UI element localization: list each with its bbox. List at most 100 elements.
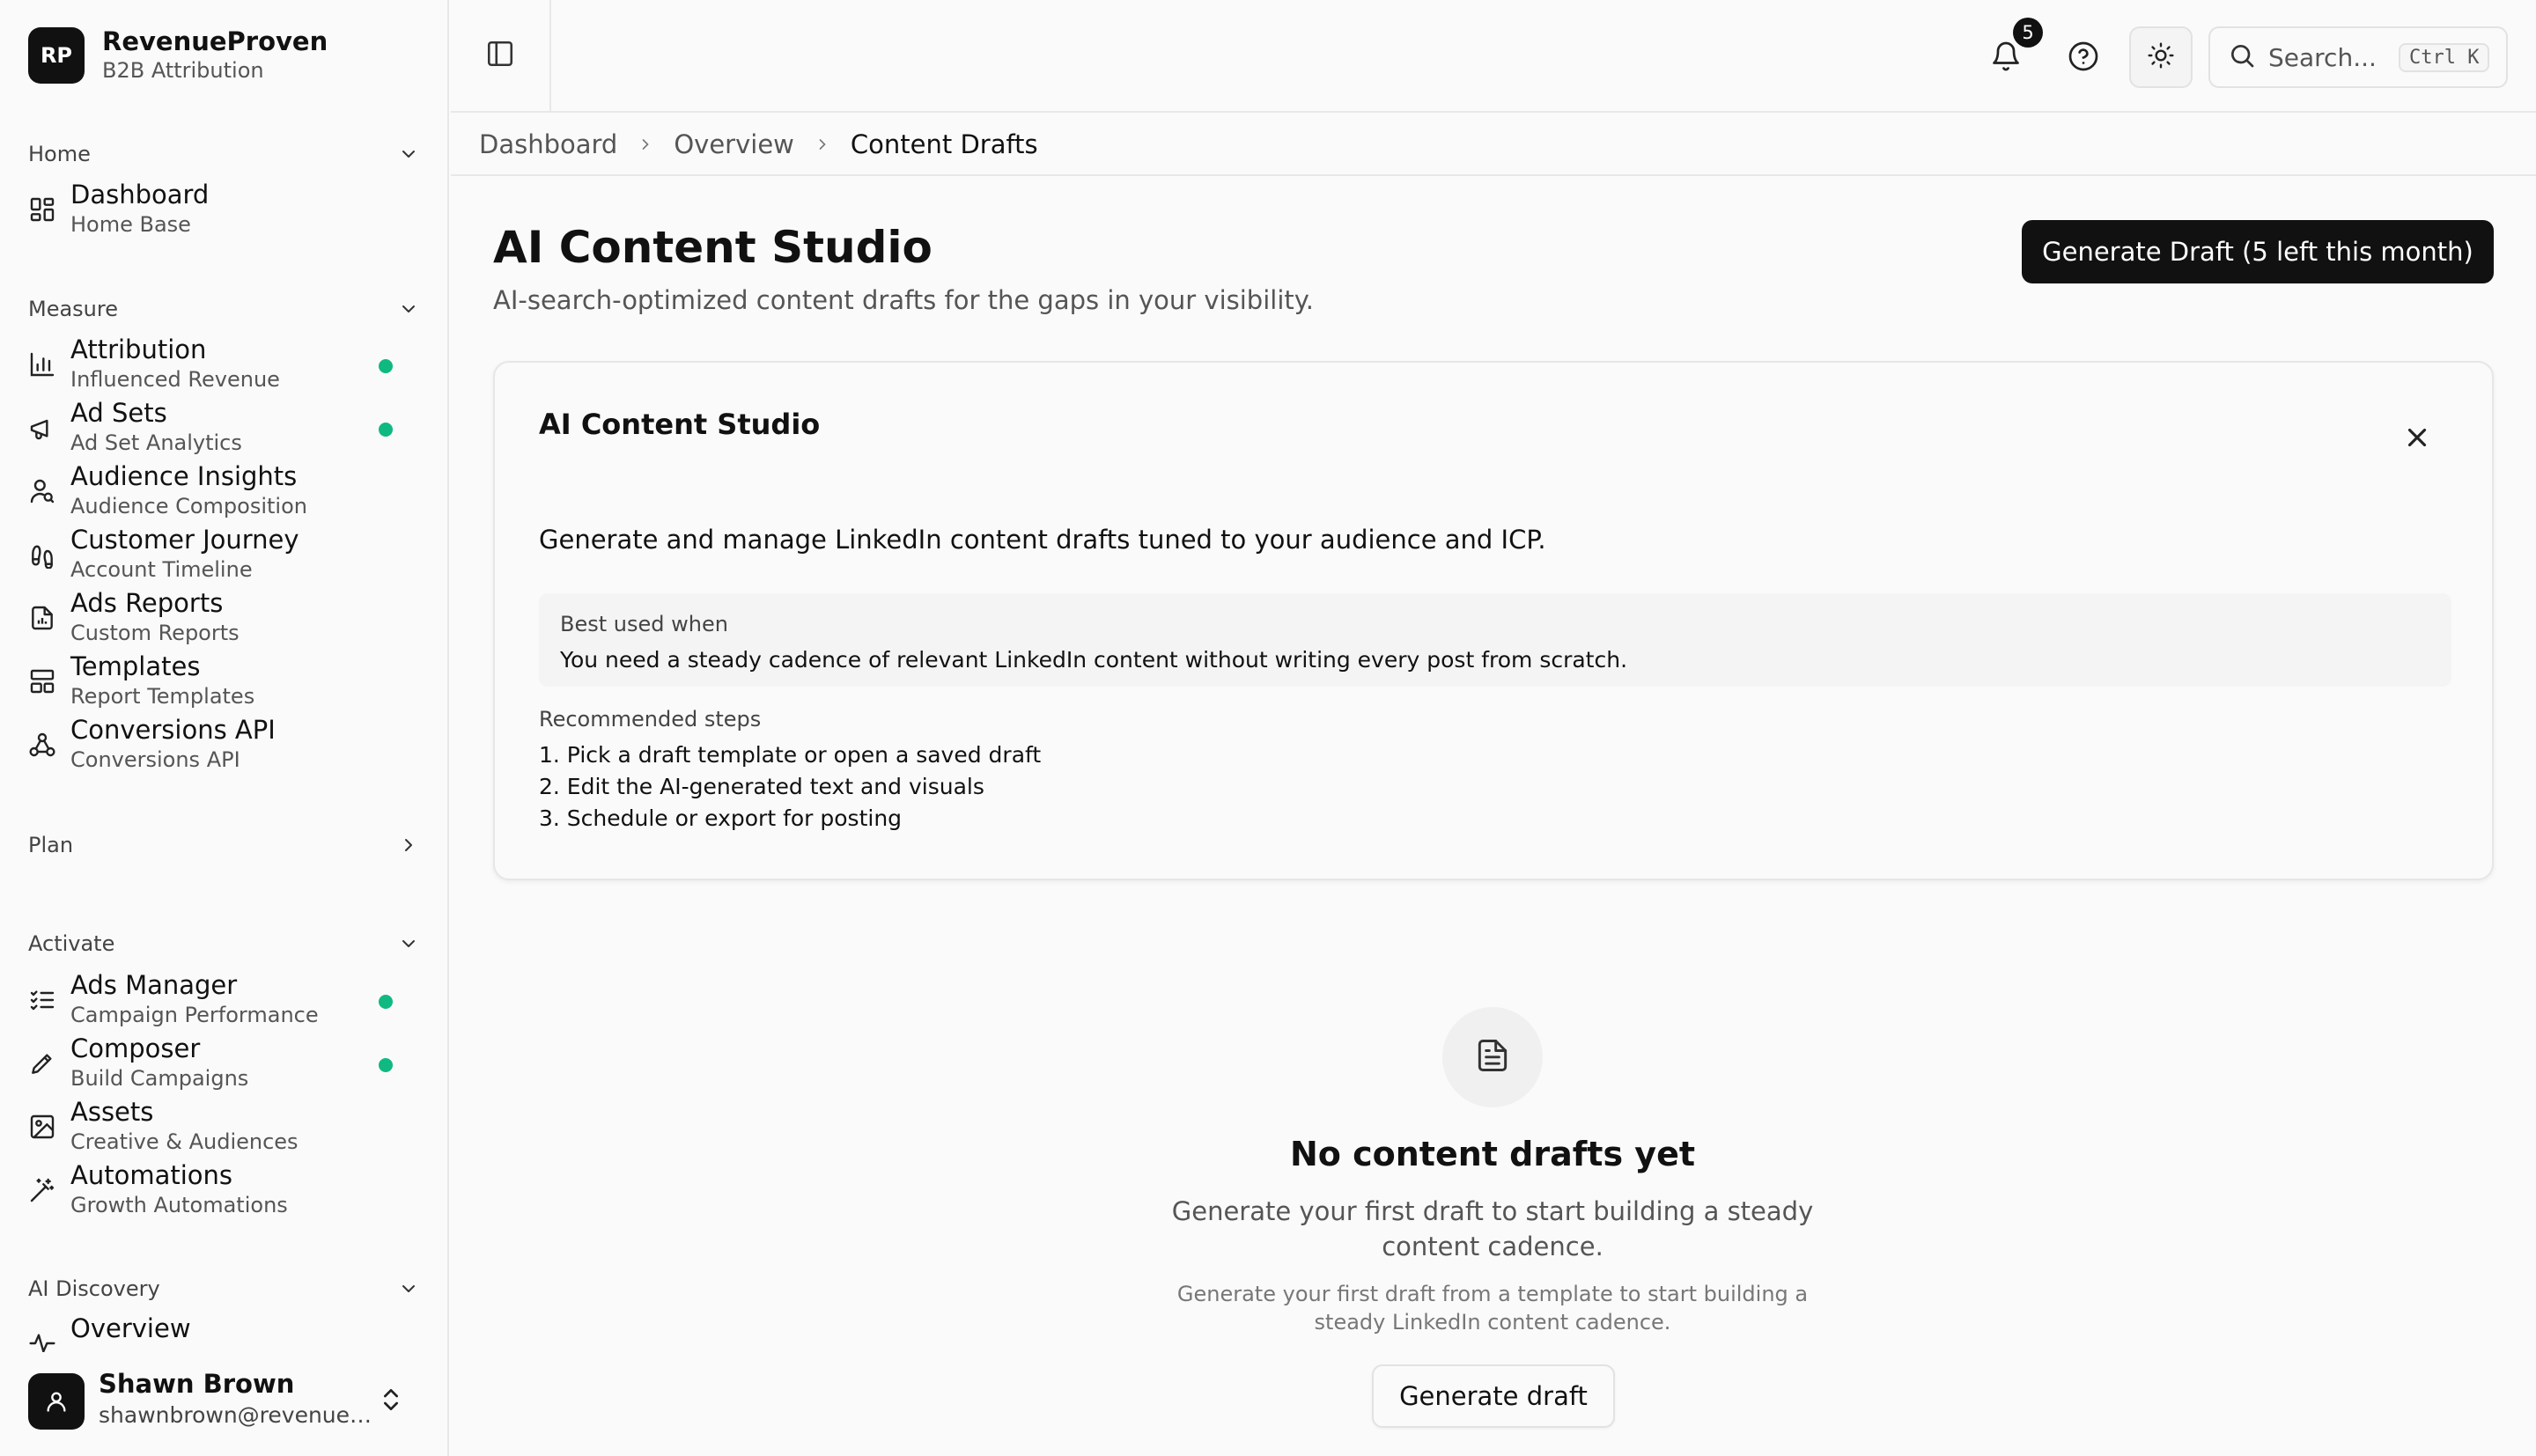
status-dot	[379, 1058, 393, 1072]
sidebar-item-title: Customer Journey	[70, 525, 299, 555]
breadcrumb-dashboard[interactable]: Dashboard	[479, 129, 617, 159]
theme-toggle-button[interactable]	[2129, 26, 2193, 88]
sidebar-item-title: Automations	[70, 1160, 233, 1190]
brand-subtitle: B2B Attribution	[102, 58, 264, 83]
sidebar-toggle-button[interactable]	[451, 0, 551, 111]
breadcrumb-overview[interactable]: Overview	[674, 129, 794, 159]
nav-group-label: Measure	[28, 297, 118, 321]
grid-icon	[28, 195, 56, 224]
sidebar-item-conversions-api[interactable]: Conversions API Conversions API	[28, 713, 421, 773]
steps-list: 1. Pick a draft template or open a saved…	[539, 739, 1041, 835]
sidebar-item-subtitle: Account Timeline	[70, 557, 253, 582]
search-shortcut: Ctrl K	[2399, 42, 2490, 72]
generate-draft-empty-button[interactable]: Generate draft	[1372, 1364, 1615, 1428]
nav-group-label: Home	[28, 142, 91, 166]
chevron-down-icon	[396, 142, 421, 166]
sidebar-item-title: Attribution	[70, 335, 207, 364]
sun-icon	[2147, 41, 2175, 73]
info-card-description: Generate and manage LinkedIn content dra…	[539, 525, 1546, 555]
notification-badge: 5	[2013, 18, 2043, 48]
step-item: 1. Pick a draft template or open a saved…	[539, 742, 1042, 768]
webhook-icon	[28, 731, 56, 759]
sidebar-item-dashboard[interactable]: Dashboard Home Base	[28, 178, 421, 238]
sidebar-item-ads-reports[interactable]: Ads Reports Custom Reports	[28, 586, 421, 646]
layout-icon	[28, 667, 56, 695]
nav-group-ai-discovery[interactable]: AI Discovery	[28, 1271, 421, 1306]
steps-label: Recommended steps	[539, 707, 762, 732]
user-name: Shawn Brown	[99, 1369, 295, 1399]
status-dot	[379, 995, 393, 1009]
sidebar-item-ad-sets[interactable]: Ad Sets Ad Set Analytics	[28, 396, 421, 456]
page-subtitle: AI-search-optimized content drafts for t…	[493, 285, 1314, 315]
status-dot	[379, 423, 393, 437]
info-card-title: AI Content Studio	[539, 408, 821, 441]
sidebar-item-templates[interactable]: Templates Report Templates	[28, 650, 421, 710]
search-icon	[2210, 41, 2256, 73]
bar-chart-icon	[28, 350, 56, 379]
sidebar-item-composer[interactable]: Composer Build Campaigns	[28, 1032, 421, 1092]
breadcrumb-current: Content Drafts	[850, 129, 1038, 159]
sidebar-item-assets[interactable]: Assets Creative & Audiences	[28, 1095, 421, 1155]
empty-state-title: No content drafts yet	[1289, 1135, 1696, 1173]
sidebar-item-title: Dashboard	[70, 180, 210, 210]
sidebar-item-automations[interactable]: Automations Growth Automations	[28, 1158, 421, 1218]
best-used-label: Best used when	[560, 612, 728, 636]
nav-group-label: Activate	[28, 931, 115, 956]
sidebar-item-attribution[interactable]: Attribution Influenced Revenue	[28, 333, 421, 393]
panel-left-icon	[485, 39, 515, 72]
chevron-down-icon	[396, 297, 421, 321]
sidebar-item-subtitle: Influenced Revenue	[70, 367, 280, 392]
close-icon[interactable]	[2402, 423, 2432, 452]
chevrons-up-down-icon[interactable]	[377, 1386, 405, 1414]
file-text-icon	[1473, 1036, 1512, 1078]
nav-group-activate[interactable]: Activate	[28, 926, 421, 961]
help-icon[interactable]	[2068, 40, 2099, 72]
top-bar: 5 Ctrl K	[451, 0, 2536, 113]
file-chart-icon	[28, 604, 56, 632]
nav-group-label: AI Discovery	[28, 1276, 160, 1301]
brand-name: RevenueProven	[102, 26, 328, 56]
page-title: AI Content Studio	[493, 222, 933, 273]
chevron-right-icon	[814, 136, 831, 153]
sidebar-item-title: Conversions API	[70, 715, 276, 745]
sidebar-item-audience-insights[interactable]: Audience Insights Audience Composition	[28, 460, 421, 519]
sidebar-item-title: Overview	[70, 1313, 191, 1343]
list-checks-icon	[28, 986, 56, 1014]
search-input[interactable]	[2268, 42, 2392, 72]
sidebar-item-ads-manager[interactable]: Ads Manager Campaign Performance	[28, 968, 421, 1028]
chevron-right-icon	[396, 833, 421, 857]
empty-state-hint: Generate your first draft from a templat…	[1176, 1282, 1809, 1335]
step-item: 3. Schedule or export for posting	[539, 805, 903, 831]
empty-state-description: Generate your first draft to start build…	[1171, 1196, 1814, 1261]
status-dot	[379, 359, 393, 373]
sidebar-item-subtitle: Audience Composition	[70, 494, 307, 518]
bell-icon[interactable]	[1990, 40, 2022, 72]
brand[interactable]: RP RevenueProven B2B Attribution	[28, 26, 328, 85]
sidebar: RP RevenueProven B2B Attribution Home Da…	[0, 0, 449, 1456]
sidebar-item-subtitle: Report Templates	[70, 684, 255, 709]
chevron-right-icon	[637, 136, 654, 153]
user-search-icon	[28, 477, 56, 505]
sidebar-item-subtitle: Growth Automations	[70, 1193, 288, 1217]
avatar	[28, 1373, 85, 1430]
wand-icon	[28, 1176, 56, 1204]
chevron-down-icon	[396, 1276, 421, 1301]
sidebar-item-title: Composer	[70, 1033, 201, 1063]
sidebar-item-overview[interactable]: Overview	[28, 1312, 421, 1352]
sidebar-item-subtitle: Build Campaigns	[70, 1066, 249, 1091]
user-email: shawnbrown@revenueproven.com	[99, 1402, 380, 1428]
sidebar-item-title: Templates	[70, 651, 201, 681]
sidebar-item-subtitle: Custom Reports	[70, 621, 240, 645]
nav-group-plan[interactable]: Plan	[28, 827, 421, 863]
nav-group-measure[interactable]: Measure	[28, 291, 421, 327]
search-box[interactable]: Ctrl K	[2208, 26, 2508, 88]
sidebar-item-subtitle: Home Base	[70, 212, 191, 237]
nav-group-home[interactable]: Home	[28, 136, 421, 172]
sidebar-item-customer-journey[interactable]: Customer Journey Account Timeline	[28, 523, 421, 583]
step-item: 2. Edit the AI-generated text and visual…	[539, 774, 984, 799]
user-menu[interactable]: Shawn Brown shawnbrown@revenueproven.com	[28, 1364, 421, 1435]
nav-group-label: Plan	[28, 833, 74, 857]
generate-draft-button[interactable]: Generate Draft (5 left this month)	[2022, 220, 2494, 283]
sidebar-item-subtitle: Ad Set Analytics	[70, 430, 242, 455]
best-used-box: Best used when You need a steady cadence…	[539, 593, 2451, 687]
